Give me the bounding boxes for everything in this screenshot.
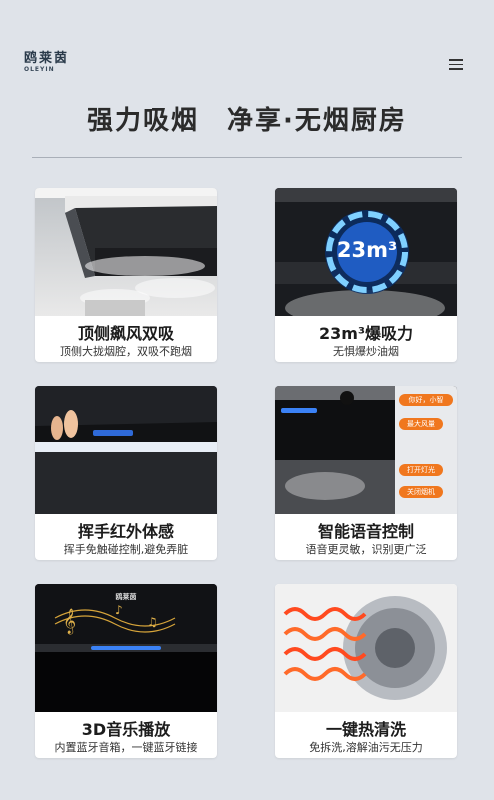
feature-card-suction-power[interactable]: 23m³ 23m³爆吸力 无惧爆炒油烟 (275, 188, 457, 362)
voice-command-chip: 你好，小智 (399, 394, 453, 406)
feature-card-hot-cleaning[interactable]: 一键热清洗 免拆洗,溶解油污无压力 (275, 584, 457, 758)
voice-command-chip: 关闭烟机 (399, 486, 443, 498)
page-headline: 强力吸烟 净享·无烟厨房 (87, 106, 407, 136)
feature-image-suction-power: 23m³ (275, 188, 457, 316)
hamburger-menu-icon[interactable] (449, 59, 463, 71)
svg-text:♪: ♪ (115, 603, 123, 617)
brand-logo-text: 鸥莱茵 (24, 51, 70, 66)
feature-image-gesture-control (35, 386, 217, 514)
feature-title: 智能语音控制 (317, 522, 414, 541)
feature-subtitle: 免拆洗,溶解油污无压力 (309, 741, 423, 754)
feature-card-gesture-control[interactable]: 挥手红外体感 挥手免触碰控制,避免弄脏 (35, 386, 217, 560)
feature-title: 3D音乐播放 (81, 720, 171, 739)
feature-subtitle: 内置蓝牙音箱，一键蓝牙链接 (54, 741, 198, 754)
feature-title: 顶侧飙风双吸 (77, 324, 174, 343)
feature-title: 挥手红外体感 (77, 522, 174, 541)
voice-command-chip: 最大风量 (399, 418, 443, 430)
feature-title: 23m³爆吸力 (319, 324, 413, 343)
brand-logo-subtext: OLEYIN (24, 66, 55, 73)
suction-badge: 23m³ (336, 238, 398, 262)
feature-subtitle: 无惧爆炒油烟 (333, 345, 399, 358)
svg-text:♫: ♫ (147, 615, 158, 629)
feature-image-top-side-suction (35, 188, 217, 316)
feature-subtitle: 挥手免触碰控制,避免弄脏 (63, 543, 189, 556)
feature-card-top-side-suction[interactable]: 顶侧飙风双吸 顶侧大拢烟腔，双吸不跑烟 (35, 188, 217, 362)
feature-card-music-playback[interactable]: 𝄞 ♪ ♫ 鸥莱茵 3D音乐播放 内置蓝牙音箱，一键蓝牙链接 (35, 584, 217, 758)
voice-command-chip: 打开灯光 (399, 464, 443, 476)
feature-card-voice-control[interactable]: 你好，小智 最大风量 打开灯光 关闭烟机 智能语音控制 语音更灵敏，识别更广泛 (275, 386, 457, 560)
feature-title: 一键热清洗 (325, 720, 406, 739)
feature-image-voice-control: 你好，小智 最大风量 打开灯光 关闭烟机 (275, 386, 457, 514)
product-logo: 鸥莱茵 (115, 593, 137, 601)
feature-image-music-playback: 𝄞 ♪ ♫ 鸥莱茵 (35, 584, 217, 712)
feature-subtitle: 语音更灵敏，识别更广泛 (305, 543, 427, 556)
feature-image-hot-cleaning (275, 584, 457, 712)
feature-subtitle: 顶侧大拢烟腔，双吸不跑烟 (60, 345, 192, 358)
svg-text:𝄞: 𝄞 (63, 608, 76, 634)
brand-logo[interactable]: 鸥莱茵 OLEYIN (24, 52, 84, 76)
headline-divider (32, 157, 462, 158)
